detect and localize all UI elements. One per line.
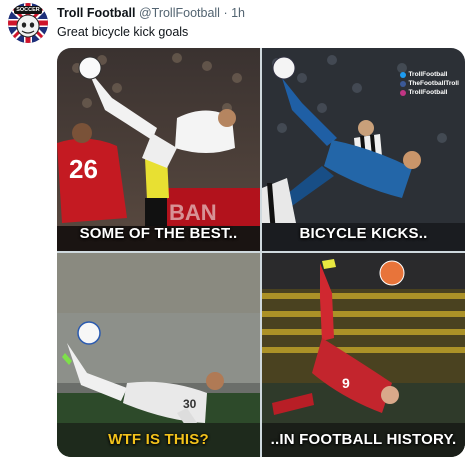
media-panel-2[interactable]: TrollFootball TheFootballTroll TrollFoot… (262, 48, 465, 251)
avatar-badge-text: SOCCER (16, 7, 40, 13)
svg-text:26: 26 (69, 154, 98, 184)
media-panel-3[interactable]: 30 WTF IS THIS? (57, 253, 260, 457)
svg-text:BAN: BAN (169, 200, 217, 225)
display-name[interactable]: Troll Football (57, 6, 135, 20)
handle[interactable]: @TrollFootball (139, 6, 220, 20)
bicycle-kick-photo-3: 30 (57, 253, 260, 457)
jersey-number-30: 30 (183, 397, 197, 411)
media-panel-4[interactable]: 9 ..IN FOOTBALL HISTORY. (262, 253, 465, 457)
media-grid[interactable]: BAN 26 SOME OF THE BEST.. TrollFootball … (57, 48, 465, 457)
timestamp[interactable]: 1h (231, 6, 245, 20)
tweet-header: Troll Football @TrollFootball · 1h (57, 6, 245, 20)
bicycle-kick-photo-1: BAN 26 (57, 48, 260, 251)
watermark-line-2: TheFootballTroll (408, 80, 459, 87)
panel-1-caption: SOME OF THE BEST.. (79, 225, 238, 242)
profile-avatar[interactable]: SOCCER (8, 3, 48, 43)
watermark-line-1: TrollFootball (408, 71, 448, 78)
panel-4-caption: ..IN FOOTBALL HISTORY. (270, 431, 457, 448)
watermark-line-3: TrollFootball (408, 89, 448, 96)
watermark: TrollFootball TheFootballTroll TrollFoot… (400, 70, 459, 97)
media-panel-1[interactable]: BAN 26 SOME OF THE BEST.. (57, 48, 260, 251)
panel-2-caption: BICYCLE KICKS.. (299, 225, 428, 242)
jersey-number-9: 9 (342, 375, 350, 391)
tweet-text: Great bicycle kick goals (57, 25, 189, 39)
separator-dot: · (223, 6, 228, 20)
bicycle-kick-photo-4: 9 (262, 253, 465, 457)
panel-3-caption: WTF IS THIS? (108, 431, 209, 448)
